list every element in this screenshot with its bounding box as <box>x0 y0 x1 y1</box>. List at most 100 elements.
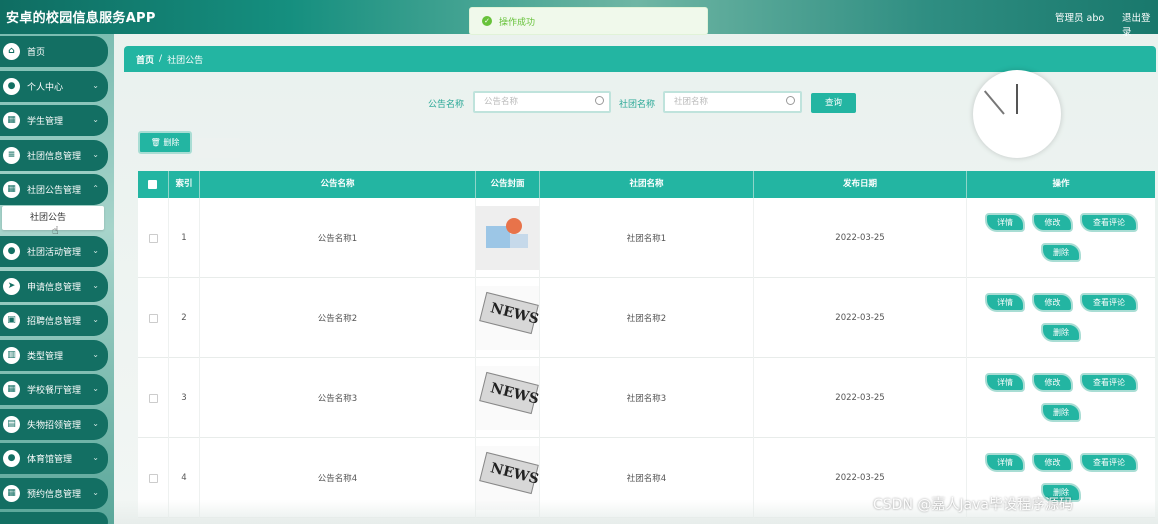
list-icon: ≡ <box>3 147 20 164</box>
sidebar-item-label: 学生管理 <box>27 117 64 127</box>
view-comments-button[interactable]: 查看评论 <box>1080 213 1138 232</box>
cell-title: 公告名称1 <box>200 198 476 278</box>
sidebar-item-club-activity[interactable]: ● 社团活动管理 ⌄ <box>0 236 108 267</box>
sidebar-item-label: 社团信息管理 <box>27 152 82 162</box>
success-toast: ✓ 操作成功 <box>469 7 708 35</box>
delete-button[interactable]: 删除 <box>1041 323 1081 342</box>
sidebar-item-lost-found[interactable]: ▤ 失物招领管理 ⌄ <box>0 409 108 440</box>
chat-icon: ● <box>3 243 20 260</box>
sidebar-item-label: 招聘信息管理 <box>27 317 82 327</box>
clock-icon <box>973 70 1061 158</box>
trash-icon: 🗑 <box>150 138 161 147</box>
chevron-down-icon: ⌄ <box>92 115 99 124</box>
edit-button[interactable]: 修改 <box>1032 213 1073 232</box>
sidebar-item-reservations[interactable]: ▦ 预约信息管理 ⌄ <box>0 478 108 509</box>
sidebar-item-home[interactable]: ⌂ 首页 <box>0 36 108 67</box>
delete-button[interactable]: 删除 <box>1041 403 1081 422</box>
breadcrumb: 首页 / 社团公告 <box>124 46 1156 72</box>
book-icon: ▥ <box>3 347 20 364</box>
cell-date: 2022-03-25 <box>754 358 967 438</box>
sidebar-item-recruitment[interactable]: ▣ 招聘信息管理 ⌄ <box>0 305 108 336</box>
logout-link[interactable]: 退出登录 <box>1122 10 1158 38</box>
clipboard-icon: ▤ <box>3 416 20 433</box>
sidebar-item-club-notice[interactable]: ▦ 社团公告管理 ⌃ <box>0 174 108 205</box>
select-all-checkbox[interactable] <box>148 180 157 189</box>
row-checkbox[interactable] <box>148 313 158 323</box>
row-checkbox[interactable] <box>148 393 158 403</box>
detail-button[interactable]: 详情 <box>985 373 1025 392</box>
detail-button[interactable]: 详情 <box>985 453 1025 472</box>
cell-club: 社团名称2 <box>540 278 754 358</box>
detail-button[interactable]: 详情 <box>985 293 1025 312</box>
chevron-down-icon: ⌃ <box>92 184 99 193</box>
sidebar-item-label: 类型管理 <box>27 352 64 362</box>
search-input-club[interactable]: 社团名称 <box>663 91 802 113</box>
breadcrumb-home[interactable]: 首页 <box>136 53 154 66</box>
cell-actions: 详情 修改 查看评论 删除 <box>967 278 1155 358</box>
sidebar-item-label: 失物招领管理 <box>27 421 82 431</box>
table-header: 索引 公告名称 公告封面 社团名称 发布日期 操作 <box>138 171 1155 198</box>
row-checkbox[interactable] <box>148 233 158 243</box>
sidebar-item-students[interactable]: ▦ 学生管理 ⌄ <box>0 105 108 136</box>
user-icon: ● <box>3 450 20 467</box>
send-icon: ➤ <box>3 278 20 295</box>
chevron-down-icon: ⌄ <box>92 315 99 324</box>
cover-image <box>476 206 539 270</box>
chevron-down-icon: ⌄ <box>92 384 99 393</box>
cell-club: 社团名称1 <box>540 198 754 278</box>
edit-button[interactable]: 修改 <box>1032 453 1073 472</box>
row-checkbox-cell[interactable] <box>138 358 169 438</box>
row-checkbox-cell[interactable] <box>138 278 169 358</box>
ghost-button[interactable] <box>194 138 240 158</box>
chevron-down-icon: ⌄ <box>92 81 99 90</box>
detail-button[interactable]: 详情 <box>985 213 1025 232</box>
view-comments-button[interactable]: 查看评论 <box>1080 293 1138 312</box>
sidebar-item-gym[interactable]: ● 体育馆管理 ⌄ <box>0 443 108 474</box>
grid-icon: ▦ <box>3 112 20 129</box>
column-header-title: 公告名称 <box>200 171 476 198</box>
cell-index: 2 <box>169 278 200 358</box>
grid-icon: ▦ <box>3 485 20 502</box>
sidebar-item-applications[interactable]: ➤ 申请信息管理 ⌄ <box>0 271 108 302</box>
app-title: 安卓的校园信息服务APP <box>6 11 156 26</box>
column-header-actions: 操作 <box>1052 179 1070 189</box>
watermark-text: CSDN @嘉人Java毕设程序源码 <box>873 497 1073 513</box>
row-checkbox-cell[interactable] <box>138 198 169 278</box>
sidebar-item-club-info[interactable]: ≡ 社团信息管理 ⌄ <box>0 140 108 171</box>
batch-delete-button[interactable]: 🗑 删除 <box>138 131 192 154</box>
column-header-date: 发布日期 <box>754 171 967 198</box>
sidebar-item-label: 社团公告管理 <box>27 186 82 196</box>
sidebar-item-canteen[interactable]: ▦ 学校餐厅管理 ⌄ <box>0 374 108 405</box>
edit-button[interactable]: 修改 <box>1032 373 1073 392</box>
table-row: 1 公告名称1 社团名称1 2022-03-25 详情 修改 查看评论 删除 <box>138 198 1155 278</box>
sidebar-item-types[interactable]: ▥ 类型管理 ⌄ <box>0 340 108 371</box>
delete-button[interactable]: 删除 <box>1041 243 1081 262</box>
row-checkbox[interactable] <box>148 473 158 483</box>
cell-cover: NEWS <box>476 278 540 358</box>
edit-button[interactable]: 修改 <box>1032 293 1073 312</box>
sidebar-item-more[interactable] <box>0 512 108 524</box>
cell-title: 公告名称2 <box>200 278 476 358</box>
toast-message: 操作成功 <box>499 17 536 28</box>
cell-date: 2022-03-25 <box>754 198 967 278</box>
view-comments-button[interactable]: 查看评论 <box>1080 373 1138 392</box>
chevron-down-icon: ⌄ <box>92 453 99 462</box>
chevron-down-icon: ⌄ <box>92 150 99 159</box>
sidebar-item-label: 首页 <box>27 48 46 58</box>
select-all-cell[interactable] <box>138 171 169 198</box>
chevron-down-icon: ⌄ <box>92 281 99 290</box>
search-label-title: 公告名称 <box>428 100 465 110</box>
sidebar-item-label: 学校餐厅管理 <box>27 386 82 396</box>
sidebar-item-label: 预约信息管理 <box>27 490 82 500</box>
search-input-title[interactable]: 公告名称 <box>473 91 611 113</box>
search-placeholder-club: 社团名称 <box>674 97 709 107</box>
sidebar-item-profile[interactable]: ● 个人中心 ⌄ <box>0 71 108 102</box>
cell-actions: 详情 修改 查看评论 删除 <box>967 198 1155 278</box>
search-icon <box>595 96 604 105</box>
chevron-down-icon: ⌄ <box>92 350 99 359</box>
query-button[interactable]: 查询 <box>811 93 856 113</box>
view-comments-button[interactable]: 查看评论 <box>1080 453 1138 472</box>
chevron-down-icon: ⌄ <box>92 488 99 497</box>
cell-club: 社团名称3 <box>540 358 754 438</box>
search-label-club: 社团名称 <box>619 100 656 110</box>
